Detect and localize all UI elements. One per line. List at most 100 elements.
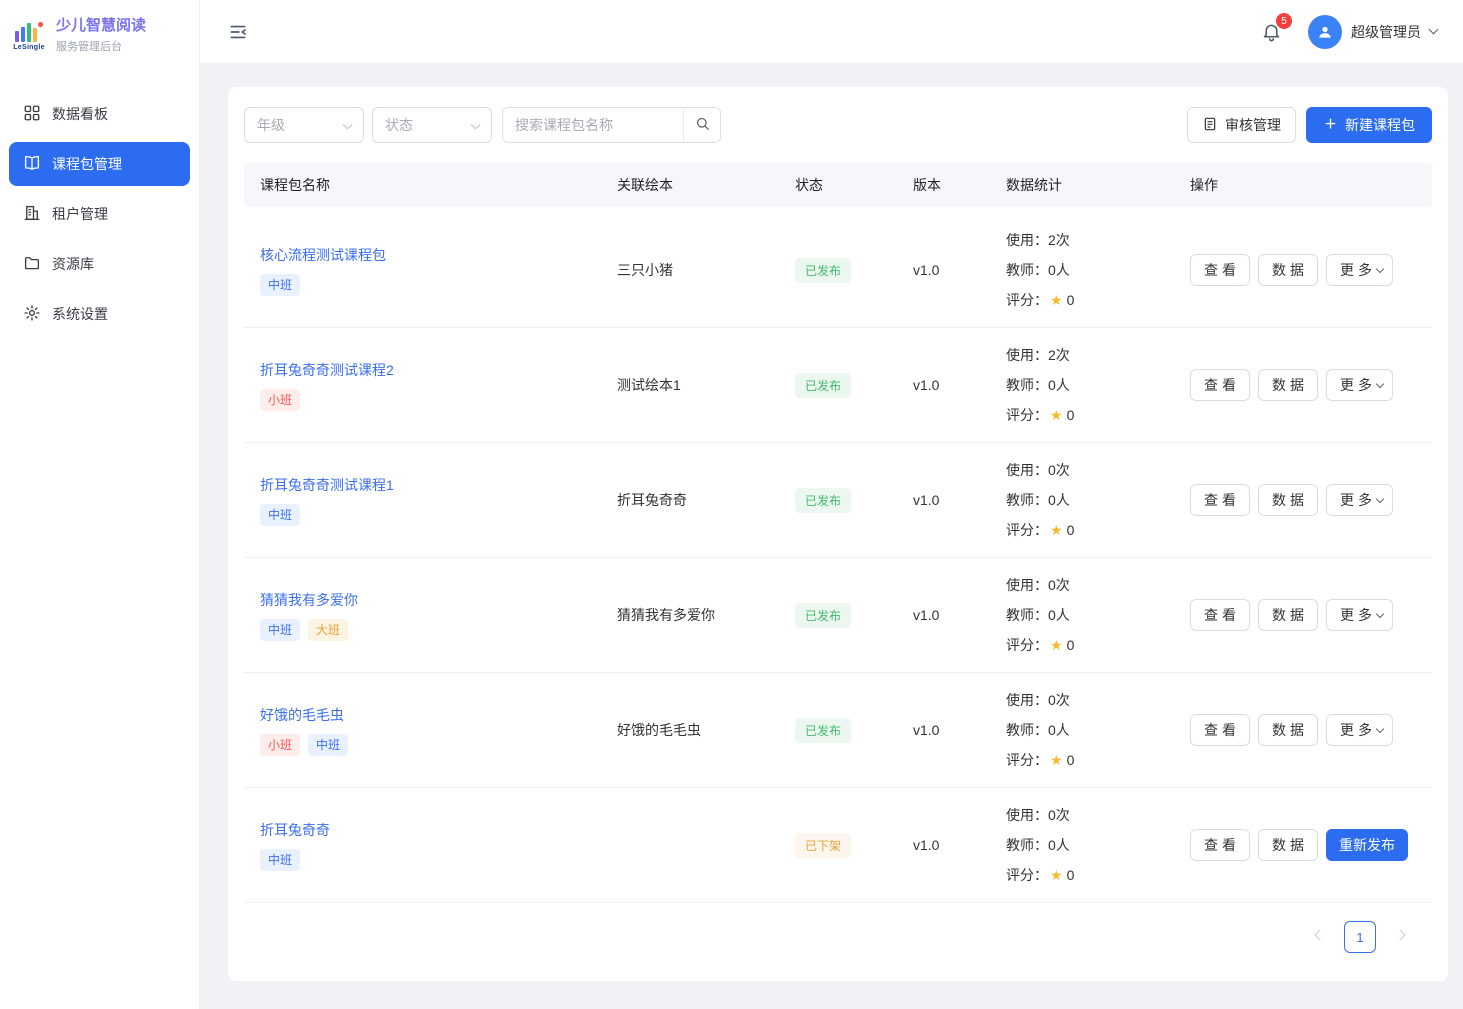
package-name-link[interactable]: 折耳兔奇奇测试课程1 <box>260 475 394 495</box>
chevron-down-icon <box>1376 265 1384 273</box>
row-action-button[interactable]: 查看 <box>1190 369 1250 401</box>
usage-label: 使用： <box>1006 692 1048 708</box>
search-button[interactable] <box>683 108 720 142</box>
grade-tag: 中班 <box>260 504 300 526</box>
version-text: v1.0 <box>897 262 990 278</box>
teacher-label: 教师： <box>1006 262 1048 278</box>
status-badge: 已发布 <box>795 603 851 628</box>
usage-value: 2次 <box>1048 347 1070 363</box>
republish-button[interactable]: 重新发布 <box>1326 829 1408 861</box>
grade-select[interactable]: 年级 <box>244 107 364 143</box>
chevron-down-icon <box>1376 725 1384 733</box>
grade-tag: 中班 <box>308 734 348 756</box>
grade-tag: 大班 <box>308 619 348 641</box>
chevron-down-icon <box>343 119 353 129</box>
column-header: 课程包名称 <box>244 175 601 195</box>
top-header: 5 超级管理员 <box>200 0 1463 63</box>
status-cell: 已发布 <box>779 373 897 398</box>
rating-value: 0 <box>1067 292 1075 308</box>
package-name-cell: 折耳兔奇奇 中班 <box>244 820 601 871</box>
user-menu[interactable]: 超级管理员 <box>1308 15 1437 49</box>
app-root: LeSingle 少儿智慧阅读 服务管理后台 数据看板 <box>0 0 1463 1009</box>
grade-tag: 小班 <box>260 734 300 756</box>
stats-cell: 使用：0次 教师：0人 评分：★0 <box>990 685 1174 775</box>
more-button[interactable]: 更多 <box>1326 484 1393 516</box>
row-action-button[interactable]: 数据 <box>1258 829 1318 861</box>
column-header: 状态 <box>779 175 897 195</box>
search-input[interactable] <box>503 108 683 142</box>
review-management-button[interactable]: 审核管理 <box>1187 107 1296 143</box>
pagination-next-icon[interactable] <box>1390 929 1410 945</box>
more-button[interactable]: 更多 <box>1326 714 1393 746</box>
package-name-link[interactable]: 折耳兔奇奇测试课程2 <box>260 360 394 380</box>
status-cell: 已发布 <box>779 603 897 628</box>
row-actions: 查看数据更多 <box>1174 599 1432 631</box>
star-icon: ★ <box>1050 522 1063 538</box>
status-badge: 已发布 <box>795 488 851 513</box>
package-name-cell: 折耳兔奇奇测试课程1 中班 <box>244 475 601 526</box>
row-action-button[interactable]: 查看 <box>1190 254 1250 286</box>
sidebar-item-label: 数据看板 <box>52 104 108 124</box>
page-content: 年级 状态 <box>200 63 1463 1009</box>
table-header: 课程包名称 关联绘本 状态 版本 数据统计 操作 <box>244 163 1432 207</box>
usage-label: 使用： <box>1006 347 1048 363</box>
rating-value: 0 <box>1067 867 1075 883</box>
teacher-value: 0人 <box>1048 607 1070 623</box>
package-name-link[interactable]: 猜猜我有多爱你 <box>260 590 358 610</box>
notification-bell-icon[interactable]: 5 <box>1261 21 1282 42</box>
table-row: 猜猜我有多爱你 中班大班 猜猜我有多爱你 已发布 v1.0 使用：0次 <box>244 558 1432 673</box>
status-badge: 已发布 <box>795 258 851 283</box>
status-badge: 已发布 <box>795 373 851 398</box>
grade-tags: 中班 <box>260 274 585 296</box>
row-actions: 查看数据重新发布 <box>1174 829 1432 861</box>
grade-tags: 中班大班 <box>260 619 585 641</box>
grade-tags: 中班 <box>260 504 585 526</box>
row-action-button[interactable]: 数据 <box>1258 714 1318 746</box>
row-action-button[interactable]: 查看 <box>1190 484 1250 516</box>
sidebar: LeSingle 少儿智慧阅读 服务管理后台 数据看板 <box>0 0 200 1009</box>
star-icon: ★ <box>1050 867 1063 883</box>
rating-label: 评分： <box>1006 292 1048 308</box>
table-row: 折耳兔奇奇 中班 已下架 v1.0 使用：0次 <box>244 788 1432 903</box>
row-action-button[interactable]: 数据 <box>1258 484 1318 516</box>
sidebar-item-label: 课程包管理 <box>52 154 122 174</box>
package-name-link[interactable]: 核心流程测试课程包 <box>260 245 386 265</box>
stats-cell: 使用：0次 教师：0人 评分：★0 <box>990 570 1174 660</box>
logo-mark-text: LeSingle <box>13 44 45 51</box>
row-action-button[interactable]: 数据 <box>1258 254 1318 286</box>
sidebar-item-settings[interactable]: 系统设置 <box>9 292 190 336</box>
pagination-page-1[interactable]: 1 <box>1344 921 1376 953</box>
collapse-sidebar-icon[interactable] <box>224 18 252 46</box>
create-course-package-button[interactable]: 新建课程包 <box>1306 107 1432 143</box>
more-button[interactable]: 更多 <box>1326 254 1393 286</box>
more-button[interactable]: 更多 <box>1326 369 1393 401</box>
teacher-label: 教师： <box>1006 722 1048 738</box>
sidebar-item-resources[interactable]: 资源库 <box>9 242 190 286</box>
row-action-button[interactable]: 数据 <box>1258 369 1318 401</box>
user-name: 超级管理员 <box>1351 22 1421 42</box>
app-title: 少儿智慧阅读 <box>56 17 146 35</box>
rating-value: 0 <box>1067 522 1075 538</box>
sidebar-item-dashboard[interactable]: 数据看板 <box>9 92 190 136</box>
row-action-button[interactable]: 查看 <box>1190 599 1250 631</box>
status-badge: 已下架 <box>795 833 851 858</box>
package-name-cell: 猜猜我有多爱你 中班大班 <box>244 590 601 641</box>
sidebar-item-course-packages[interactable]: 课程包管理 <box>9 142 190 186</box>
more-button[interactable]: 更多 <box>1326 599 1393 631</box>
row-action-button[interactable]: 数据 <box>1258 599 1318 631</box>
column-header: 关联绘本 <box>601 175 779 195</box>
pagination-prev-icon[interactable] <box>1310 929 1330 945</box>
row-actions: 查看数据更多 <box>1174 484 1432 516</box>
column-header: 操作 <box>1174 175 1432 195</box>
package-name-link[interactable]: 好饿的毛毛虫 <box>260 705 344 725</box>
sidebar-item-tenants[interactable]: 租户管理 <box>9 192 190 236</box>
grade-select-placeholder: 年级 <box>257 115 285 135</box>
package-name-link[interactable]: 折耳兔奇奇 <box>260 820 330 840</box>
linked-book-name: 好饿的毛毛虫 <box>601 720 779 740</box>
teacher-value: 0人 <box>1048 262 1070 278</box>
status-select[interactable]: 状态 <box>372 107 492 143</box>
usage-label: 使用： <box>1006 462 1048 478</box>
row-action-button[interactable]: 查看 <box>1190 829 1250 861</box>
rating-label: 评分： <box>1006 752 1048 768</box>
row-action-button[interactable]: 查看 <box>1190 714 1250 746</box>
